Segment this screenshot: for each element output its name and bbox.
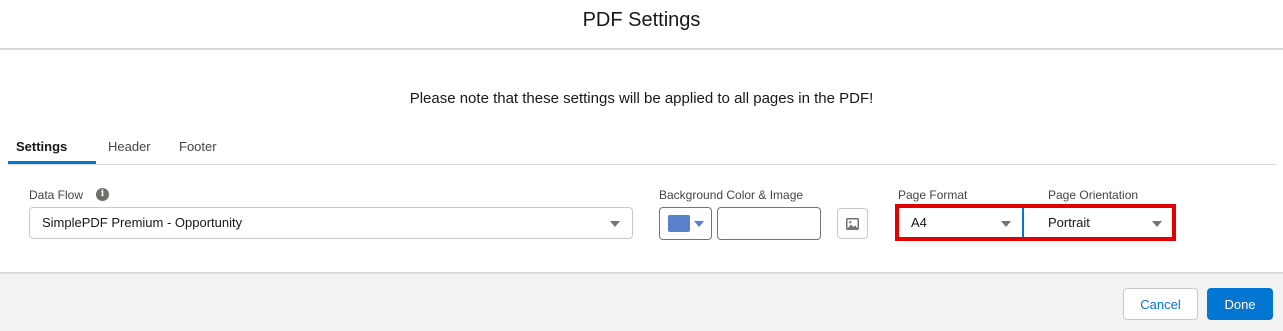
modal-title: PDF Settings [582,9,701,31]
data-flow-select[interactable]: SimplePDF Premium - Opportunity [29,207,633,239]
tab-settings[interactable]: Settings [16,139,67,154]
highlight-annotation [895,204,1176,241]
done-button[interactable]: Done [1207,288,1273,320]
settings-notice: Please note that these settings will be … [409,90,874,107]
page-orientation-label: Page Orientation [1048,188,1139,202]
page-format-label: Page Format [898,188,968,202]
image-icon [846,218,859,230]
modal-header: PDF Settings [0,0,1283,50]
data-flow-value: SimplePDF Premium - Opportunity [42,215,243,230]
cancel-button[interactable]: Cancel [1123,288,1198,320]
color-picker-button[interactable] [659,207,712,240]
active-tab-indicator [8,161,96,164]
tab-header[interactable]: Header [108,139,151,154]
modal-footer: Cancel Done [0,272,1283,331]
background-label: Background Color & Image [659,188,804,202]
tab-bar: Settings Header Footer [8,130,1276,165]
chevron-down-icon [694,221,704,227]
image-upload-button[interactable] [837,208,868,239]
tab-footer[interactable]: Footer [179,139,217,154]
info-icon[interactable]: i [96,188,109,201]
background-image-input[interactable] [717,207,821,240]
data-flow-label: Data Flow [29,188,84,202]
chevron-down-icon [610,221,620,227]
color-swatch [668,215,690,232]
